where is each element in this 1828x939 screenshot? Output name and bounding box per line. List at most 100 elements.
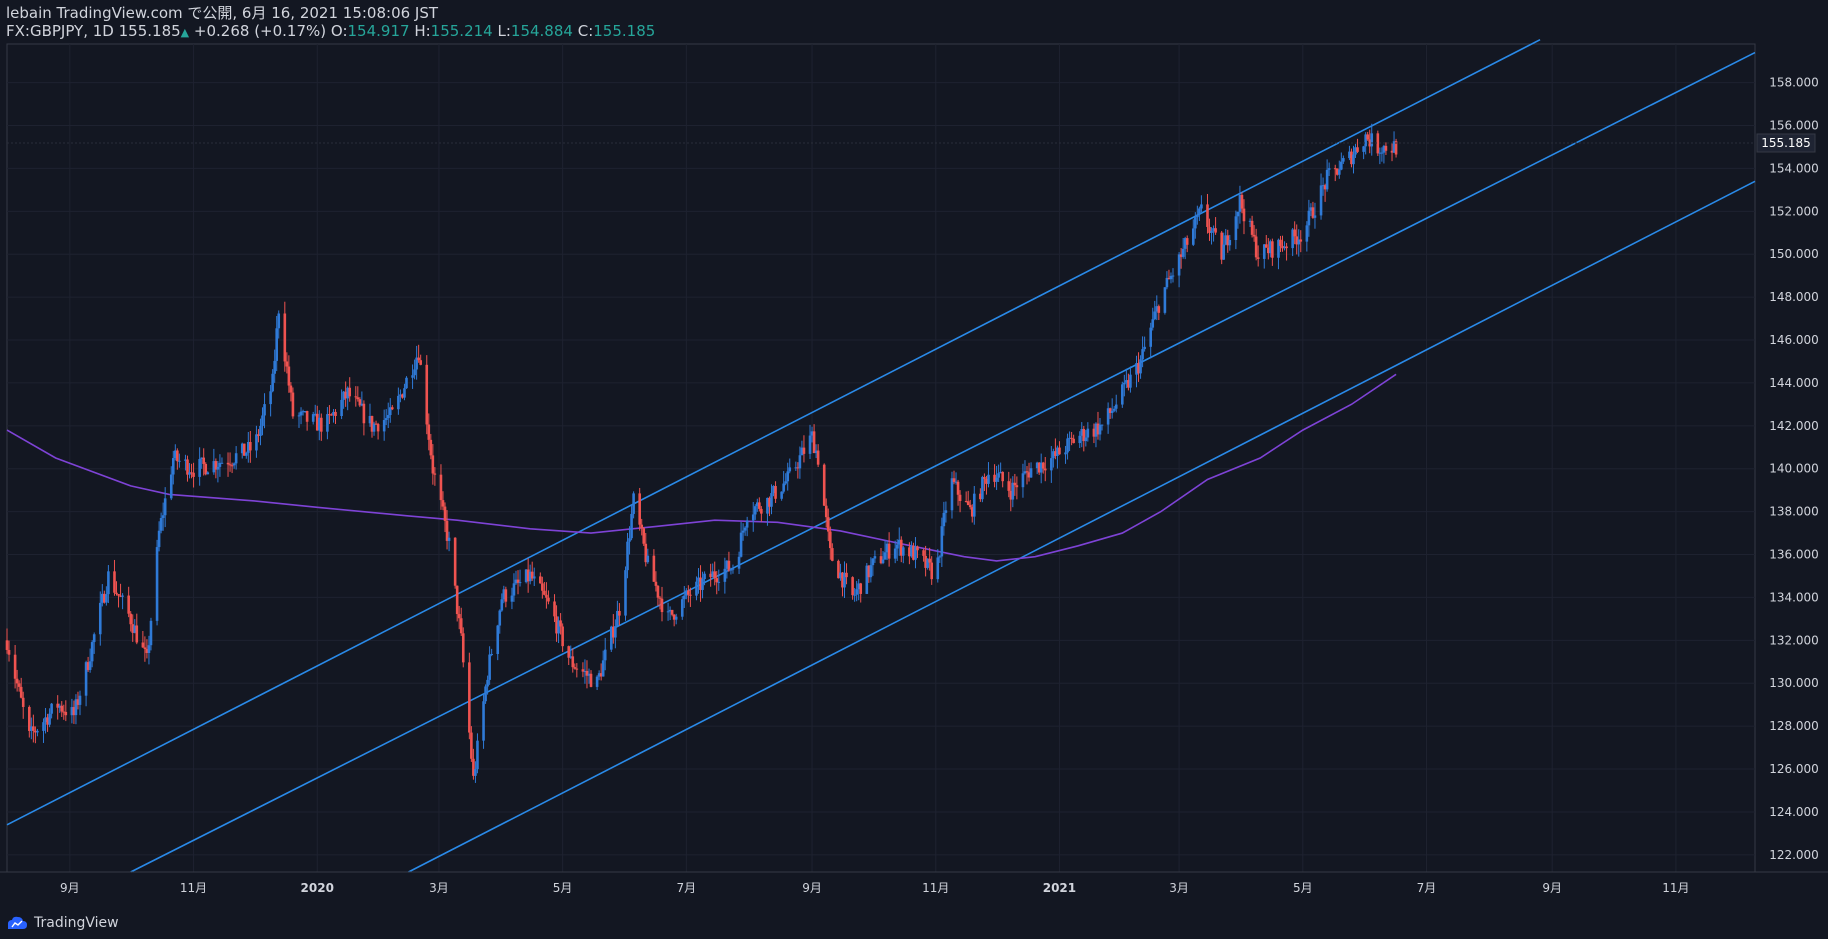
y-tick-label: 158.000: [1769, 76, 1819, 90]
candle-body: [798, 455, 802, 469]
candle-body: [1305, 225, 1309, 242]
candle-body: [1264, 244, 1268, 248]
candle-body: [916, 546, 919, 551]
channel-line-upper: [6, 38, 1541, 826]
candle-body: [753, 506, 757, 515]
candle-body: [192, 472, 195, 477]
candle-body: [500, 599, 504, 611]
candle-body: [543, 590, 546, 595]
price-axis[interactable]: 158.000 156.000 154.000 152.000 150.000 148.0…: [1769, 76, 1819, 862]
candle-body: [972, 493, 976, 517]
tradingview-logo-icon: [8, 916, 27, 929]
candle-body: [1058, 447, 1061, 455]
x-tick-label: 3月: [1169, 881, 1189, 895]
candle-body: [950, 478, 954, 511]
candle-body: [113, 571, 116, 593]
candle-body: [942, 512, 946, 527]
candle-body: [457, 614, 461, 619]
footer-brand[interactable]: TradingView: [6, 915, 119, 931]
candle-body: [429, 439, 433, 456]
candle-body: [743, 527, 747, 531]
candle-body: [1141, 349, 1144, 360]
candle-body: [376, 424, 380, 432]
candle-body: [1078, 435, 1082, 444]
candle-body: [1380, 152, 1384, 154]
candle-body: [419, 360, 422, 365]
last-price-label: 155.185: [1761, 136, 1811, 150]
candle-body: [642, 528, 646, 544]
candle-body: [1143, 346, 1146, 350]
candle-body: [486, 679, 489, 687]
y-tick-label: 122.000: [1769, 848, 1819, 862]
x-tick-label: 7月: [1417, 881, 1437, 895]
price-chart[interactable]: 158.000 156.000 154.000 152.000 150.000 148.0…: [0, 0, 1828, 939]
candle-body: [441, 500, 445, 507]
candle-body: [656, 585, 660, 598]
candle-body: [1025, 471, 1029, 473]
candle-body: [13, 654, 17, 679]
candle-body: [459, 618, 463, 634]
candle-body: [1123, 382, 1126, 385]
y-tick-label: 140.000: [1769, 462, 1819, 476]
y-tick-label: 142.000: [1769, 419, 1819, 433]
x-tick-label: 2021: [1043, 881, 1076, 895]
candle-body: [824, 505, 828, 518]
candle-body: [216, 466, 220, 470]
candle-body: [1200, 204, 1203, 209]
y-tick-label: 138.000: [1769, 505, 1819, 519]
candle-body: [443, 506, 447, 521]
candle-body: [220, 462, 224, 464]
candle-body: [1043, 468, 1047, 471]
candle-body: [1228, 239, 1232, 246]
candle-body: [64, 711, 68, 716]
candle-body: [482, 701, 485, 741]
time-axis[interactable]: 9月 11月 2020 3月 5月 7月 9月 11月 2021 3月 5月 7月 9月 11月: [0, 871, 1828, 895]
candle-body: [1066, 438, 1069, 453]
candle-body: [1356, 147, 1359, 152]
candle-body: [575, 668, 579, 670]
candle-body: [447, 537, 451, 541]
candle-body: [42, 722, 45, 731]
candle-body: [966, 501, 970, 506]
candle-body: [654, 581, 658, 586]
candle-body: [682, 595, 686, 600]
candle-body: [559, 620, 562, 627]
candle-body: [510, 595, 514, 602]
candle-body: [871, 558, 875, 566]
candle-body: [269, 391, 272, 405]
candle-body: [808, 435, 812, 454]
candle-body: [1325, 169, 1329, 190]
candle-body: [630, 513, 633, 539]
candle-body: [169, 474, 173, 499]
candle-body: [105, 594, 108, 603]
candle-body: [928, 558, 931, 563]
candle-body: [1098, 424, 1102, 435]
x-tick-label: 2020: [301, 881, 334, 895]
candle-body: [589, 673, 593, 687]
trend-channel[interactable]: [6, 38, 1756, 873]
candle-body: [476, 740, 479, 770]
candle-body: [601, 660, 605, 677]
candle-body: [17, 683, 21, 687]
candle-body: [831, 548, 834, 561]
candle-body: [812, 431, 816, 454]
candle-body: [1370, 133, 1374, 147]
candle-body: [275, 328, 279, 361]
candle-body: [573, 667, 577, 669]
candle-body: [545, 594, 548, 598]
candle-body: [902, 547, 905, 556]
candle-body: [255, 434, 258, 451]
candle-body: [758, 502, 761, 509]
candle-body: [1177, 254, 1181, 276]
candle-body: [1279, 239, 1282, 246]
y-tick-label: 130.000: [1769, 676, 1819, 690]
candle-body: [571, 656, 575, 668]
candle-body: [386, 415, 390, 419]
candle-body: [1319, 185, 1323, 216]
candle-body: [455, 585, 459, 615]
candle-body: [326, 414, 329, 432]
x-tick-label: 11月: [180, 881, 207, 895]
candle-body: [826, 517, 830, 532]
y-tick-label: 146.000: [1769, 333, 1819, 347]
candle-body: [202, 457, 206, 464]
